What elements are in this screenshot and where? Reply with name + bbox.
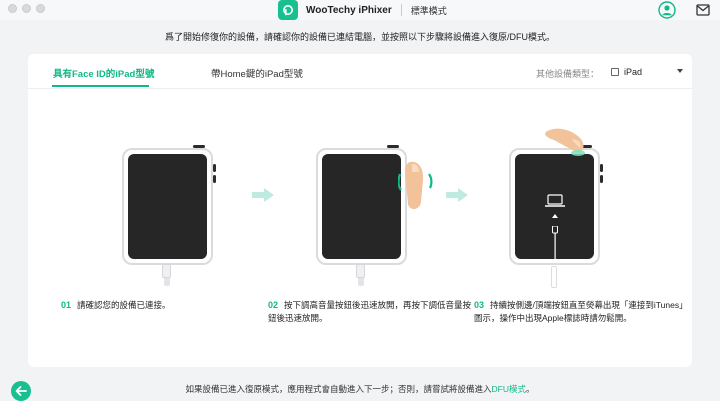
mail-icon[interactable] xyxy=(695,2,711,18)
app-logo-icon xyxy=(278,0,298,20)
tab-home-button-ipad[interactable]: 帶Home鍵的iPad型號 xyxy=(211,66,303,80)
ipad-illustration-1 xyxy=(122,145,216,265)
window-minimize-button[interactable] xyxy=(22,4,31,13)
usb-cable-3 xyxy=(551,266,557,288)
step-text: 按下調高音量按鈕後迅速放開，再按下調低音量按鈕後迅速放開。 xyxy=(268,300,472,323)
step-text: 持續按側邊/頂端按鈕直至熒幕出現「連接到iTunes」圖示，操作中出現Apple… xyxy=(474,300,684,323)
ipad-screen xyxy=(128,154,207,259)
instruction-text: 爲了開始修復你的設備，請確認你的設備已連結電腦，並按照以下步驟將設備進入復原/D… xyxy=(165,32,555,42)
user-icon[interactable] xyxy=(658,1,676,19)
dfu-mode-link[interactable]: DFU模式 xyxy=(492,384,526,394)
app-title: WooTechy iPhixer 標準模式 xyxy=(278,0,447,20)
finger-icon xyxy=(398,161,433,210)
chevron-down-icon[interactable] xyxy=(677,69,683,73)
tab-face-id-ipad[interactable]: 具有Face ID的iPad型號 xyxy=(53,66,154,80)
ipad-illustration-3 xyxy=(509,145,603,265)
laptop-icon xyxy=(545,194,565,207)
step-number: 01 xyxy=(61,300,72,310)
ipad-checkbox[interactable] xyxy=(611,68,619,76)
footer-hint: 如果設備已進入復原模式，應用程式會自動進入下一步；否則，請嘗試將設備進入DFU模… xyxy=(0,383,720,395)
finger-icon xyxy=(545,128,585,156)
footer-suffix: 。 xyxy=(525,384,535,394)
window-close-button[interactable] xyxy=(8,4,17,13)
arrow-up-icon xyxy=(552,214,558,218)
instructions-card: 具有Face ID的iPad型號 帶Home鍵的iPad型號 其他設備類型： i… xyxy=(28,54,692,367)
title-divider xyxy=(400,4,402,16)
volume-down-button xyxy=(213,175,216,183)
active-tab-indicator xyxy=(52,85,149,87)
volume-down-button xyxy=(600,175,603,183)
lightning-cable-icon xyxy=(552,226,558,259)
title-bar: WooTechy iPhixer 標準模式 xyxy=(0,0,720,20)
top-button xyxy=(193,145,205,148)
step-number: 02 xyxy=(268,300,279,310)
lightning-cable-icon xyxy=(162,264,171,278)
ipad-illustration-2 xyxy=(316,145,410,265)
step-number: 03 xyxy=(474,300,485,310)
tab-divider xyxy=(28,88,692,89)
other-device-type-label: 其他設備類型： xyxy=(536,69,600,79)
ipad-screen xyxy=(515,154,594,259)
volume-up-button xyxy=(600,164,603,172)
ipad-option-label[interactable]: iPad xyxy=(624,67,642,77)
step-3: 03 持續按側邊/頂端按鈕直至熒幕出現「連接到iTunes」圖示，操作中出現App… xyxy=(474,299,686,325)
arrow-right-icon xyxy=(252,188,274,202)
ipad-screen xyxy=(322,154,401,259)
volume-up-button xyxy=(213,164,216,172)
mode-label: 標準模式 xyxy=(410,5,447,16)
step-1: 01 請確認您的設備已連接。 xyxy=(61,299,251,312)
lightning-cable-icon xyxy=(356,264,365,278)
arrow-right-icon xyxy=(446,188,468,202)
app-name: WooTechy iPhixer xyxy=(306,4,392,16)
footer-text: 如果設備已進入復原模式，應用程式會自動進入下一步；否則，請嘗試將設備進入 xyxy=(185,384,492,394)
top-button xyxy=(387,145,399,148)
step-2: 02 按下調高音量按鈕後迅速放開，再按下調低音量按鈕後迅速放開。 xyxy=(268,299,476,325)
window-zoom-button[interactable] xyxy=(36,4,45,13)
step-text: 請確認您的設備已連接。 xyxy=(77,300,171,310)
